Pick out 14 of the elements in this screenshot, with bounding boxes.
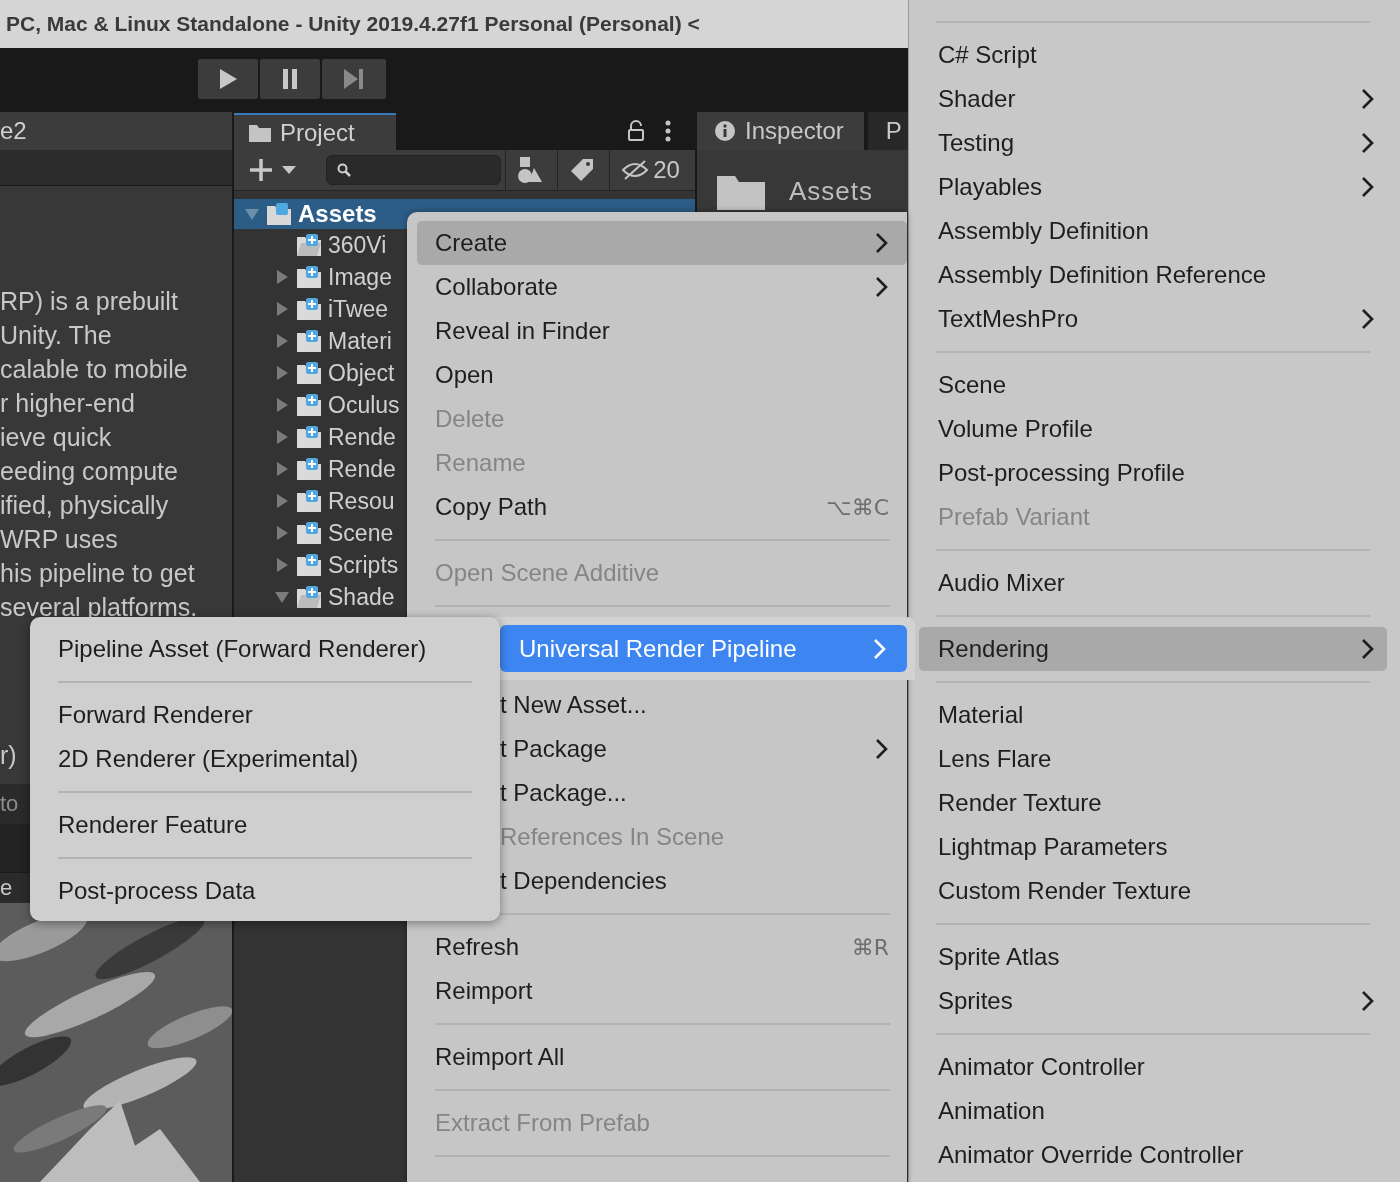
property-label: r) (0, 740, 17, 770)
description-text: eeding compute (0, 456, 179, 487)
description-text: several platforms. (0, 592, 199, 623)
description-text: his pipeline to get (0, 558, 196, 589)
description-text: ified, physically (0, 490, 170, 521)
shortcut-label: ⌥⌘C (826, 494, 889, 520)
description-text: r higher-end (0, 388, 136, 419)
description-text: RP) is a prebuilt (0, 286, 179, 317)
description-text: WRP uses (0, 524, 119, 555)
description-text: ieve quick (0, 422, 113, 453)
description-text: Unity. The (0, 320, 113, 351)
description-text: calable to mobile (0, 354, 189, 385)
shortcut-label: ⌘R (851, 934, 889, 960)
asset-title: Assets (789, 176, 874, 207)
